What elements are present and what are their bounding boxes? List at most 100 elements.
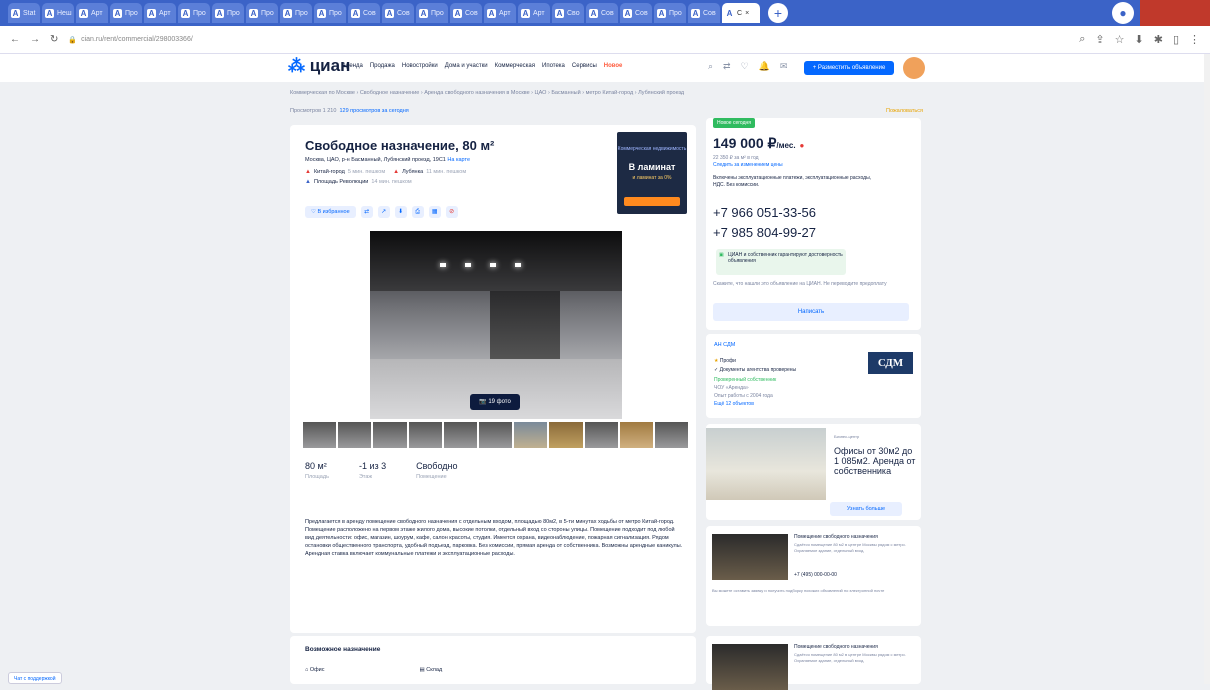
metro-item[interactable]: ▲ Лубянка 11 мин. пешком	[393, 169, 466, 175]
nav-item[interactable]: Новостройки	[402, 63, 438, 69]
nav-item[interactable]: Сервисы	[572, 63, 597, 69]
thumbnail[interactable]	[478, 422, 513, 448]
forward-icon[interactable]: →	[30, 34, 40, 45]
window-controls[interactable]	[1140, 0, 1210, 26]
browser-tab[interactable]: A Сво	[552, 3, 584, 23]
promo-card[interactable]: Бизнес-центр Офисы от 30м2 до 1 085м2. А…	[706, 424, 921, 520]
thumbnail[interactable]	[654, 422, 689, 448]
similar-listing[interactable]: Помещение свободного назначения Сдаётся …	[706, 526, 921, 626]
print-icon[interactable]: ⎙	[411, 206, 424, 218]
browser-tab[interactable]: A Неш	[42, 3, 74, 23]
listing-title[interactable]: Помещение свободного назначения	[794, 644, 878, 650]
download-icon[interactable]: ⬇	[1135, 33, 1144, 46]
banner-button[interactable]	[624, 197, 680, 206]
browser-tab[interactable]: A Про	[178, 3, 210, 23]
agency-name[interactable]: АН СДМ	[714, 342, 735, 348]
nav-item[interactable]: Аренда	[342, 63, 363, 69]
profile-icon[interactable]: ●	[1112, 2, 1134, 24]
more-icon[interactable]: ▦	[428, 206, 441, 218]
price-change-icon[interactable]: ●	[799, 141, 804, 150]
thumbnail[interactable]	[443, 422, 477, 448]
thumbnail[interactable]	[338, 422, 372, 448]
browser-tab[interactable]: A Про	[246, 3, 278, 23]
phone-2[interactable]: +7 985 804-99-27	[713, 225, 816, 240]
address-text[interactable]: Москва, ЦАО, р-н Басманный, Лубянский пр…	[305, 157, 446, 163]
thumbnail[interactable]	[373, 422, 407, 448]
browser-tab[interactable]: A Арт	[144, 3, 176, 23]
agency-logo[interactable]: СДМ	[868, 352, 913, 374]
metro-item[interactable]: ▲ Площадь Революции 14 мин. пешком	[305, 179, 412, 185]
browser-tab[interactable]: A Сов	[688, 3, 720, 23]
browser-tab[interactable]: A Сов	[586, 3, 618, 23]
write-button[interactable]: Написать	[713, 303, 909, 321]
thumbnail[interactable]	[303, 422, 337, 448]
browser-tab[interactable]: A Про	[110, 3, 142, 23]
nav-item[interactable]: Дома и участки	[445, 63, 488, 69]
notifications-icon[interactable]: 🔔	[759, 61, 770, 72]
browser-tab[interactable]: A Про	[212, 3, 244, 23]
browser-tab[interactable]: A Сов	[382, 3, 414, 23]
back-icon[interactable]: ←	[10, 34, 20, 45]
download-icon[interactable]: ⬇	[394, 206, 407, 218]
extensions-icon[interactable]: ✱	[1154, 33, 1163, 46]
thumbnail[interactable]	[514, 422, 548, 448]
main-photo[interactable]	[370, 231, 622, 419]
favorites-icon[interactable]: ♡	[741, 61, 749, 72]
hide-icon[interactable]: ⊘	[445, 206, 458, 218]
promo-image[interactable]	[706, 428, 826, 500]
browser-tab[interactable]: A Про	[654, 3, 686, 23]
thumbnail[interactable]	[408, 422, 442, 448]
listing-image[interactable]	[712, 534, 788, 580]
complaint-link[interactable]: Пожаловаться	[886, 108, 923, 114]
compare-icon[interactable]: ⇄	[723, 61, 731, 72]
nav-item[interactable]: Коммерческая	[495, 63, 535, 69]
promo-button[interactable]: Узнать больше	[830, 502, 902, 516]
sidebar-icon[interactable]: ▯	[1173, 33, 1179, 46]
browser-tab[interactable]: A Арт	[518, 3, 550, 23]
share-icon[interactable]: ⇪	[1095, 33, 1104, 46]
address-bar[interactable]: 🔒 cian.ru/rent/commercial/298003366/	[68, 31, 288, 49]
nav-item[interactable]: Новое	[604, 63, 623, 69]
browser-tab[interactable]: A Про	[280, 3, 312, 23]
add-favorite-button[interactable]: ♡ В избранное	[305, 206, 356, 218]
thumbnail[interactable]	[584, 422, 618, 448]
similar-listing[interactable]: Помещение свободного назначения Сдаётся …	[706, 636, 921, 690]
thumbnail[interactable]	[619, 422, 653, 448]
close-icon[interactable]: ×	[745, 10, 749, 17]
zoom-icon[interactable]: ⌕	[1079, 33, 1085, 46]
listing-phone[interactable]: +7 (495) 000-00-00	[794, 572, 837, 578]
nav-item[interactable]: Ипотека	[542, 63, 565, 69]
post-ad-button[interactable]: + Разместить объявление	[804, 61, 894, 75]
browser-tab[interactable]: A Сов	[348, 3, 380, 23]
listing-title[interactable]: Помещение свободного назначения	[794, 534, 878, 540]
browser-tab[interactable]: A Stat	[8, 3, 40, 23]
reload-icon[interactable]: ↻	[50, 34, 58, 45]
browser-tab[interactable]: A Сов	[450, 3, 482, 23]
breadcrumb[interactable]: Коммерческая по Москве › Свободное назна…	[290, 90, 684, 96]
messages-icon[interactable]: ✉	[780, 61, 788, 72]
thumbnail[interactable]	[549, 422, 583, 448]
nav-item[interactable]: Продажа	[370, 63, 395, 69]
promo-banner[interactable]: Коммерческая недвижимость В ламинат и ла…	[617, 132, 687, 214]
browser-tab[interactable]: A Сов	[620, 3, 652, 23]
views-today[interactable]: 129 просмотров за сегодня	[339, 108, 408, 114]
scrollbar[interactable]	[1204, 54, 1210, 684]
bookmark-icon[interactable]: ☆	[1115, 33, 1125, 46]
help-chat-button[interactable]: Чат с поддержкой	[8, 672, 62, 684]
browser-tab[interactable]: A Арт	[484, 3, 516, 23]
new-tab-button[interactable]: +	[768, 3, 788, 23]
browser-tab[interactable]: A Про	[416, 3, 448, 23]
metro-item[interactable]: ▲ Китай-город 5 мин. пешком	[305, 169, 385, 175]
browser-tab-active[interactable]: A С ×	[722, 3, 760, 23]
agency-objects-link[interactable]: Ещё 12 объектов	[714, 401, 754, 407]
cian-logo[interactable]: ⁂ циан	[288, 56, 350, 76]
profile-menu-icon[interactable]: ⋮	[1189, 33, 1200, 46]
listing-image[interactable]	[712, 644, 788, 690]
phone-1[interactable]: +7 966 051-33-56	[713, 205, 816, 220]
search-icon[interactable]: ⌕	[708, 61, 713, 72]
compare-icon[interactable]: ⇄	[360, 206, 373, 218]
price-watch-link[interactable]: Следить за изменением цены	[713, 162, 783, 168]
map-link[interactable]: На карте	[447, 157, 470, 163]
browser-tab[interactable]: A Про	[314, 3, 346, 23]
photo-count-button[interactable]: 📷 19 фото	[470, 394, 520, 410]
